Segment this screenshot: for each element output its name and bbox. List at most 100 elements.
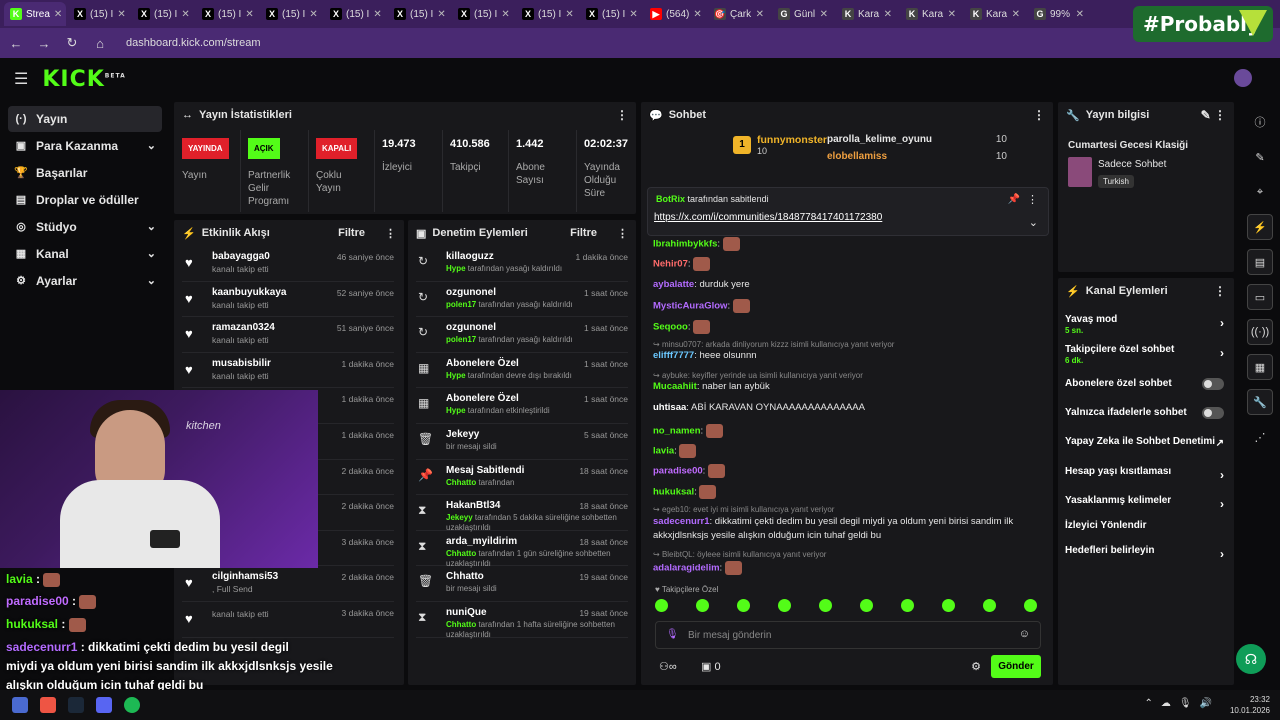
gift-icon[interactable]: ▣ 0 <box>701 660 721 673</box>
browser-tab[interactable]: G 99% ✕ <box>1028 2 1090 26</box>
chat-username[interactable]: sadecenurr1 <box>653 516 710 527</box>
sidebar-item[interactable]: ▣ Para Kazanma ⌄ <box>0 132 170 159</box>
chat-icon[interactable]: ▭ <box>1247 284 1273 310</box>
emote-icon[interactable] <box>819 599 832 612</box>
channel-action-item[interactable]: Hesap yaşı kısıtlaması › <box>1065 466 1224 482</box>
browser-tab[interactable]: X (15) I ✕ <box>196 2 258 26</box>
chat-message[interactable]: uhtisaa: ABİ KARAVAN OYNAAAAAAAAAAAAAA <box>653 402 865 413</box>
emote-icon[interactable] <box>737 599 750 612</box>
reload-icon[interactable]: ↻ <box>64 35 80 51</box>
channel-action-item[interactable]: Abonelere özel sohbet <box>1065 378 1224 390</box>
emote-icon[interactable] <box>860 599 873 612</box>
chat-message[interactable]: akkxjdlsnksjs yesile alışkın olduğum ici… <box>653 530 881 541</box>
activity-row[interactable]: ♥ musabisbilir kanalı takip etti 1 dakika ö… <box>182 353 394 389</box>
chat-message[interactable]: no_namen: <box>653 424 723 438</box>
more-icon[interactable]: ⋮ <box>1214 284 1226 298</box>
moderation-icon[interactable]: ▦ <box>1247 354 1273 380</box>
chevron-right-icon[interactable]: › <box>1220 346 1224 360</box>
close-icon[interactable]: ✕ <box>884 9 892 20</box>
emote-icon[interactable] <box>983 599 996 612</box>
more-icon[interactable]: ⋮ <box>1027 193 1038 206</box>
chat-message[interactable]: Ibrahimbykkfs: <box>653 237 740 251</box>
emote-icon[interactable] <box>696 599 709 612</box>
moderation-row[interactable]: ⧗ HakanBtl34 Jekeyy tarafından 5 dakika sü… <box>416 495 628 532</box>
chat-message[interactable]: adalaragidelim: <box>653 561 742 575</box>
spotify-icon[interactable] <box>124 697 140 713</box>
chevron-right-icon[interactable]: › <box>1220 547 1224 561</box>
mic-icon[interactable]: 🎙 <box>666 629 679 640</box>
chat-message[interactable]: Nehir07: <box>653 257 711 271</box>
bolt-icon[interactable]: ⚡ <box>1247 214 1273 240</box>
emote-icon[interactable] <box>778 599 791 612</box>
chat-username[interactable]: MysticAuraGlow <box>653 301 727 312</box>
chat-username[interactable]: Nehir07 <box>653 259 688 270</box>
more-icon[interactable]: ⋮ <box>385 227 396 240</box>
emote-icon[interactable] <box>655 599 668 612</box>
browser-tab[interactable]: X (15) I ✕ <box>132 2 194 26</box>
user-avatar[interactable] <box>1234 69 1252 87</box>
chat-message[interactable]: aybalatte: durduk yere <box>653 279 750 290</box>
info-icon[interactable]: ⓘ <box>1247 109 1273 135</box>
close-icon[interactable]: ✕ <box>693 9 701 20</box>
channel-action-item[interactable]: Hedefleri belirleyin › <box>1065 545 1224 561</box>
browser-tab[interactable]: X (15) I ✕ <box>68 2 130 26</box>
chat-message[interactable]: elifff7777: heee olsunnn <box>653 350 757 361</box>
chat-message[interactable]: paradise00: <box>653 464 725 478</box>
browser-tab[interactable]: X (15) I ✕ <box>324 2 386 26</box>
chat-username[interactable]: uhtisaa <box>653 402 686 413</box>
crosshair-icon[interactable]: ⌖ <box>1247 179 1273 205</box>
chat-message[interactable]: Seqooo: <box>653 320 711 334</box>
more-icon[interactable]: ⋰ <box>1247 424 1273 450</box>
back-icon[interactable]: ← <box>8 36 24 51</box>
url-field[interactable]: dashboard.kick.com/stream <box>126 37 261 49</box>
close-icon[interactable]: ✕ <box>948 9 956 20</box>
emoji-icon[interactable]: ☺ <box>1019 628 1030 640</box>
menu-icon[interactable]: ☰ <box>14 69 28 89</box>
chat-points-icon[interactable]: ⚇∞ <box>659 660 677 673</box>
close-icon[interactable]: ✕ <box>756 9 764 20</box>
chat-username[interactable]: elifff7777 <box>653 350 694 361</box>
activity-row[interactable]: ♥ kaanbuyukkaya kanalı takip etti 52 saniye… <box>182 282 394 318</box>
pin-icon[interactable]: 📌 <box>1008 194 1020 205</box>
edit-icon[interactable]: ✎ ⋮ <box>1201 108 1226 122</box>
chat-settings-icon[interactable]: ⚙ <box>971 660 981 673</box>
moderation-filter-button[interactable]: Filtre <box>570 227 597 239</box>
more-icon[interactable]: ⋮ <box>617 227 628 240</box>
chat-username[interactable]: Mucaahiit <box>653 381 697 392</box>
emote-icon[interactable] <box>901 599 914 612</box>
chevron-down-icon[interactable]: ⌄ <box>147 220 156 233</box>
close-icon[interactable]: ✕ <box>117 9 125 20</box>
close-icon[interactable]: ✕ <box>565 9 573 20</box>
close-icon[interactable]: ✕ <box>629 9 637 20</box>
moderation-row[interactable]: ▦ Abonelere Özel Hype tarafından etkinleşt… <box>416 388 628 424</box>
sidebar-item[interactable]: 🏆 Başarılar <box>0 159 170 186</box>
pinned-link[interactable]: https://x.com/i/communities/184877841740… <box>654 212 882 223</box>
moderation-row[interactable]: 🗑 Chhatto bir mesajı sildi 19 saat önce <box>416 566 628 602</box>
moderation-row[interactable]: 📌 Mesaj Sabitlendi Chhatto tarafından 18 sa… <box>416 460 628 496</box>
chat-username[interactable]: adalaragidelim <box>653 563 720 574</box>
chevron-down-icon[interactable]: ⌄ <box>147 247 156 260</box>
chevron-down-icon[interactable]: ⌄ <box>1029 216 1038 229</box>
activity-filter-button[interactable]: Filtre <box>338 227 365 239</box>
toggle-switch[interactable] <box>1202 378 1224 390</box>
emote-icon[interactable] <box>942 599 955 612</box>
chat-username[interactable]: no_namen <box>653 426 701 437</box>
sidebar-item[interactable]: (·) Yayın <box>8 106 162 132</box>
chevron-right-icon[interactable]: › <box>1220 316 1224 330</box>
moderation-row[interactable]: ⧗ nuniQue Chhatto tarafından 1 hafta sürel… <box>416 602 628 639</box>
chat-username[interactable]: paradise00 <box>653 466 703 477</box>
moderation-row[interactable]: ⧗ arda_myildirim Chhatto tarafından 1 gün … <box>416 531 628 568</box>
channel-action-item[interactable]: Yasaklanmış kelimeler › <box>1065 495 1224 511</box>
browser-tab[interactable]: ▶ (564) ✕ <box>644 2 706 26</box>
close-icon[interactable]: ✕ <box>181 9 189 20</box>
activity-row[interactable]: ♥ babayagga0 kanalı takip etti 46 saniye ön… <box>182 246 394 282</box>
browser-tab[interactable]: X (15) I ✕ <box>580 2 642 26</box>
browser-tab[interactable]: K Strea ✕ <box>4 2 66 26</box>
chat-message[interactable]: lavia: <box>653 444 697 458</box>
channel-action-item[interactable]: İzleyici Yönlendir <box>1065 520 1224 531</box>
chat-message[interactable]: Mucaahiit: naber lan aybük <box>653 381 770 392</box>
chat-message[interactable]: sadecenurr1: dikkatimi çekti dedim bu ye… <box>653 516 1013 527</box>
list-icon[interactable]: ▤ <box>1247 249 1273 275</box>
more-icon[interactable]: ⋮ <box>1033 108 1045 122</box>
broadcast-icon[interactable]: ((·)) <box>1247 319 1273 345</box>
